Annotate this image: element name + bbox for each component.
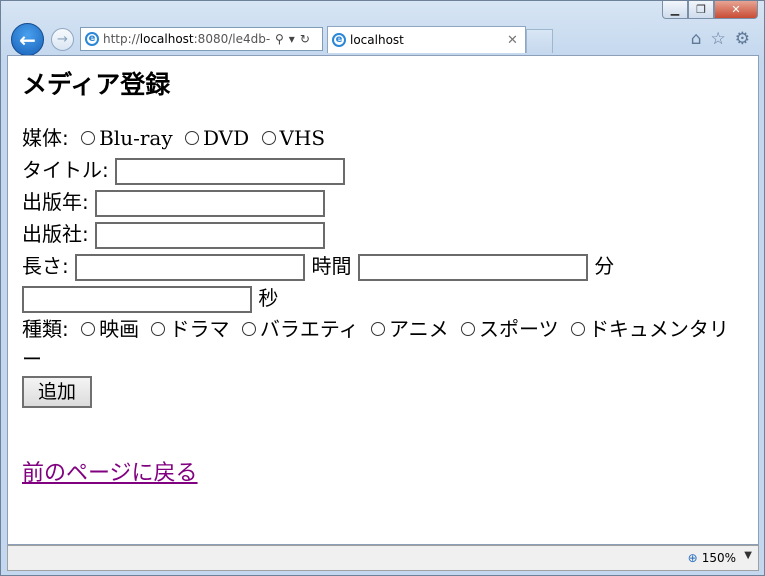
navigation-bar: ← → e http://localhost:8080/le4db- ⚲ ▾ ↻… (1, 23, 764, 56)
browser-tab[interactable]: e localhost ✕ (327, 26, 526, 53)
arrow-left-icon: ← (19, 27, 36, 52)
window-controls: ▁ ❐ ✕ (662, 1, 758, 19)
publisher-row: 出版社: (22, 218, 744, 250)
hours-unit: 時間 (311, 254, 352, 278)
address-scheme: http:// (103, 32, 140, 46)
option-vhs: VHS (279, 126, 326, 150)
option-movie: 映画 (99, 317, 140, 341)
submit-row: 追加 (22, 374, 744, 408)
ie-tab-icon: e (332, 33, 346, 47)
browser-toolbar: ⌂ ☆ ⚙ (691, 29, 750, 49)
zoom-dropdown-icon[interactable]: ▼ (744, 550, 752, 561)
radio-documentary[interactable] (570, 321, 585, 336)
new-tab-button[interactable] (526, 29, 553, 53)
radio-drama[interactable] (151, 321, 166, 336)
seconds-unit: 秒 (258, 286, 279, 310)
radio-vhs[interactable] (261, 130, 276, 145)
address-host: localhost (139, 32, 194, 46)
back-link-row: 前のページに戻る (22, 408, 744, 487)
ie-page-icon: e (85, 32, 99, 46)
address-tools: ⚲ ▾ ↻ (275, 32, 310, 46)
length-row: 長さ: 時間 分 (22, 250, 744, 282)
length-label: 長さ: (22, 254, 69, 278)
minutes-unit: 分 (594, 254, 615, 278)
title-input[interactable] (115, 158, 346, 185)
close-tab-icon[interactable]: ✕ (507, 33, 525, 48)
minutes-input[interactable] (357, 254, 588, 281)
option-anime: アニメ (389, 317, 449, 341)
year-input[interactable] (95, 190, 326, 217)
genre-row: 種類: 映画 ドラマ バラエティ アニメ スポーツ ドキュメンタリー (22, 314, 744, 374)
radio-movie[interactable] (81, 321, 96, 336)
refresh-icon[interactable]: ↻ (300, 32, 310, 46)
publisher-label: 出版社: (22, 222, 89, 246)
address-path: :8080/le4db- (193, 32, 271, 46)
back-button[interactable]: ← (11, 23, 44, 56)
forward-button[interactable]: → (51, 28, 74, 51)
address-text[interactable]: http://localhost:8080/le4db- (103, 32, 271, 46)
back-link[interactable]: 前のページに戻る (22, 455, 198, 487)
hours-input[interactable] (75, 254, 306, 281)
dropdown-icon[interactable]: ▾ (289, 32, 295, 46)
seconds-row: 秒 (22, 282, 744, 314)
search-icon[interactable]: ⚲ (275, 32, 284, 46)
title-label: タイトル: (22, 158, 109, 182)
arrow-right-icon: → (57, 32, 68, 47)
publisher-input[interactable] (95, 222, 326, 249)
address-bar[interactable]: e http://localhost:8080/le4db- ⚲ ▾ ↻ (80, 27, 323, 51)
page-title: メディア登録 (22, 70, 171, 99)
add-button[interactable]: 追加 (22, 376, 93, 408)
browser-window: ▁ ❐ ✕ ← → e http://localhost:8080/le4db-… (0, 0, 765, 576)
radio-sports[interactable] (460, 321, 475, 336)
radio-bluray[interactable] (81, 130, 96, 145)
year-row: 出版年: (22, 186, 744, 218)
tab-title: localhost (350, 33, 404, 47)
genre-label: 種類: (22, 317, 69, 341)
zoom-control[interactable]: ⊕ 150% (688, 551, 736, 565)
radio-variety[interactable] (241, 321, 256, 336)
close-window-button[interactable]: ✕ (714, 1, 758, 19)
title-row: タイトル: (22, 154, 744, 186)
option-sports: スポーツ (478, 317, 559, 341)
option-bluray: Blu-ray (99, 126, 173, 150)
minimize-button[interactable]: ▁ (662, 1, 688, 19)
zoom-level: 150% (701, 551, 736, 565)
year-label: 出版年: (22, 190, 89, 214)
radio-anime[interactable] (371, 321, 385, 336)
page-content: メディア登録 媒体: Blu-ray DVD VHS タイトル: 出版年: 出版… (7, 55, 759, 545)
restore-button[interactable]: ❐ (688, 1, 714, 19)
gear-icon[interactable]: ⚙ (735, 29, 750, 49)
zoom-magnifier-icon: ⊕ (687, 551, 698, 565)
home-icon[interactable]: ⌂ (691, 29, 702, 49)
status-bar: ⊕ 150% ▼ (7, 545, 759, 571)
radio-dvd[interactable] (184, 130, 199, 145)
media-row: 媒体: Blu-ray DVD VHS (22, 122, 744, 154)
media-label: 媒体: (22, 126, 69, 150)
option-variety: バラエティ (259, 317, 359, 341)
option-drama: ドラマ (169, 317, 230, 341)
favorites-star-icon[interactable]: ☆ (711, 29, 726, 49)
seconds-input[interactable] (22, 286, 252, 313)
option-dvd: DVD (202, 126, 250, 150)
